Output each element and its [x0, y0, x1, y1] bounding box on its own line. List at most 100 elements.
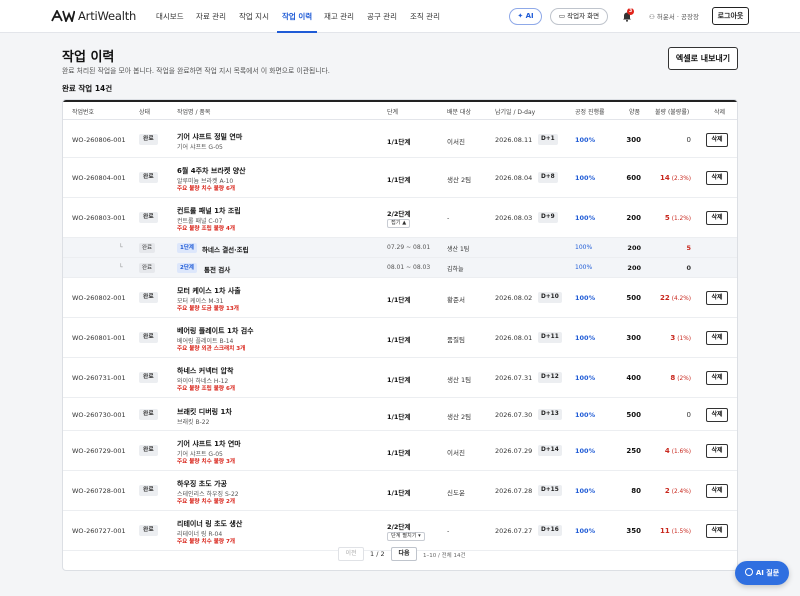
status-badge: 완료: [139, 212, 158, 223]
delete-button[interactable]: 삭제: [706, 524, 728, 538]
due-date: 2026.07.29: [495, 447, 533, 455]
nav-tools[interactable]: 공구 관리: [367, 0, 397, 33]
delete-button[interactable]: 삭제: [706, 171, 728, 185]
nav-data-management[interactable]: 자료 관리: [196, 0, 226, 33]
work-name[interactable]: 리테이너 링 초도 생산: [177, 519, 242, 529]
assignee: 생산 2팀: [447, 412, 472, 421]
logo[interactable]: ArtiWealth: [51, 9, 136, 23]
nav-organization[interactable]: 조직 관리: [410, 0, 440, 33]
user-icon: ⚇: [649, 13, 655, 21]
page-range: 1–10 / 전체 14건: [423, 553, 466, 559]
th-stage: 단계: [387, 109, 399, 116]
nav-dashboard[interactable]: 대시보드: [156, 0, 184, 33]
excel-export-button[interactable]: 엑셀로 내보내기: [668, 47, 738, 70]
progress-value: 100%: [575, 174, 596, 182]
work-name[interactable]: 6월 4주차 브라켓 양산: [177, 166, 246, 176]
assignee: 생산 1팀: [447, 376, 472, 384]
table-row[interactable]: WO-260801-001 완료 베어링 플레이트 1차 검수 베어링 플레이트 B-…: [63, 318, 737, 358]
ai-question-button[interactable]: AI 질문: [735, 561, 789, 585]
table-row[interactable]: WO-260731-001 완료 하네스 커넥터 압착 와이어 하네스 H-12 주요 …: [63, 358, 737, 398]
table-row[interactable]: WO-260806-001 완료 기어 샤프트 정밀 연마 기어 샤프트 G-05 1/…: [63, 121, 737, 158]
delete-button[interactable]: 삭제: [706, 291, 728, 305]
defect-rate: (1.2%): [671, 216, 691, 222]
work-number: WO-260806-001: [72, 135, 126, 144]
work-name[interactable]: 컨트롤 패널 1차 조립: [177, 206, 241, 216]
sparkle-icon: ✦: [517, 12, 524, 20]
dday-badge: D+13: [538, 408, 562, 420]
work-name[interactable]: 하우징 초도 가공: [177, 479, 227, 489]
delete-button[interactable]: 삭제: [706, 484, 728, 498]
user-info: ⚇ 허윤서 · 공장장: [649, 11, 699, 21]
defect-rate: (2.4%): [671, 489, 691, 495]
dday-badge: D+8: [538, 172, 558, 183]
defect-number: 3: [670, 334, 676, 342]
table-row[interactable]: WO-260803-001 완료 컨트롤 패널 1차 조립 컨트롤 패널 C-07 주요…: [63, 198, 737, 238]
work-name[interactable]: 베어링 플레이트 1차 검수: [177, 326, 254, 336]
dday-badge: D+12: [538, 372, 562, 383]
stage-toggle-button[interactable]: 접기 ▲: [387, 219, 411, 228]
table-row[interactable]: WO-260804-001 완료 6월 4주차 브라켓 양산 알루미늄 브라켓 A-1…: [63, 158, 737, 198]
defect-rate: (1%): [677, 336, 691, 342]
step-progress: 100%: [575, 264, 593, 271]
ai-button-label: AI: [525, 12, 534, 20]
step-name: 하네스 결선·조립: [202, 246, 249, 254]
sub-status-badge: 완료: [139, 263, 156, 273]
prev-page-button[interactable]: 이전: [338, 547, 364, 561]
nav-work-orders[interactable]: 작업 지시: [239, 0, 269, 33]
step-good: 200: [627, 244, 641, 252]
due-date: 2026.08.02: [495, 294, 533, 302]
step-assignee: 생산 1팀: [447, 246, 470, 253]
stage: 1/1단계: [387, 376, 411, 384]
delete-button[interactable]: 삭제: [706, 331, 728, 345]
table-row[interactable]: WO-260729-001 완료 기어 샤프트 1차 연마 기어 샤프트 G-05 주요…: [63, 431, 737, 471]
main-defect-note: 주요 불량 치수 불량 2개: [177, 499, 235, 505]
delete-button[interactable]: 삭제: [706, 371, 728, 385]
step-good: 200: [627, 264, 641, 272]
worker-screen-label: 작업자 화면: [567, 12, 600, 20]
page-title: 작업 이력: [62, 50, 115, 65]
due-date: 2026.08.01: [495, 334, 533, 342]
ai-button[interactable]: ✦ AI: [509, 8, 542, 25]
due-date: 2026.08.04: [495, 174, 533, 182]
step-period: 07.29 ~ 08.01: [387, 244, 431, 251]
delete-button[interactable]: 삭제: [706, 407, 728, 422]
due-date: 2026.07.30: [495, 410, 533, 419]
main-defect-note: 주요 불량 치수 불량 6개: [177, 186, 235, 192]
due-date: 2026.07.27: [495, 527, 533, 535]
defect-number: 4: [664, 447, 670, 455]
table-row[interactable]: WO-260728-001 완료 하우징 초도 가공 스테인리스 하우징 S-22 주요…: [63, 471, 737, 511]
progress-value: 100%: [575, 410, 596, 419]
delete-button[interactable]: 삭제: [706, 132, 728, 147]
delete-button[interactable]: 삭제: [706, 211, 728, 225]
table-row[interactable]: WO-260802-001 완료 모터 케이스 1차 사출 모터 케이스 M-31 주요…: [63, 278, 737, 318]
work-name[interactable]: 기어 샤프트 정밀 연마: [177, 132, 242, 142]
defect-number: 2: [664, 487, 670, 495]
defect-count: 11 (1.5%): [631, 527, 691, 535]
delete-button[interactable]: 삭제: [706, 444, 728, 458]
dday-badge: D+15: [538, 485, 562, 496]
progress-value: 100%: [575, 527, 596, 535]
th-name: 작업명 / 품목: [177, 109, 211, 116]
defect-number: 14: [659, 174, 670, 182]
work-name[interactable]: 브래킷 디버링 1차: [177, 407, 232, 417]
th-assignee: 배분 대상: [447, 109, 471, 116]
th-status: 상태: [139, 109, 151, 116]
stage: 1/1단계: [387, 176, 411, 184]
sub-step-row: └ 완료 2단계 통전 검사 08.01 ~ 08.03 김하늘 100% 200 0: [63, 258, 737, 278]
stage: 1/1단계: [387, 412, 411, 421]
nav-inventory[interactable]: 재고 관리: [324, 0, 354, 33]
work-name[interactable]: 하네스 커넥터 압착: [177, 366, 233, 376]
work-name[interactable]: 모터 케이스 1차 사출: [177, 286, 241, 296]
worker-screen-button[interactable]: ▭ 작업자 화면: [550, 8, 608, 25]
work-name[interactable]: 기어 샤프트 1차 연마: [177, 439, 241, 449]
table-row[interactable]: WO-260727-001 완료 리테이너 링 초도 생산 리테이너 링 R-04 주요…: [63, 511, 737, 551]
table-row[interactable]: WO-260730-001 완료 브래킷 디버링 1차 브래킷 B-22 1/1단계 생산…: [63, 398, 737, 431]
assignee: 생산 2팀: [447, 176, 472, 184]
stage-toggle-button[interactable]: 단계 펼치기 ▾: [387, 532, 425, 541]
assignee: 신도윤: [447, 489, 465, 497]
nav-work-history[interactable]: 작업 이력: [277, 0, 318, 33]
assignee: 품질팀: [447, 336, 465, 344]
next-page-button[interactable]: 다음: [391, 547, 417, 561]
logout-button[interactable]: 로그아웃: [712, 7, 749, 25]
item-model: 브래킷 B-22: [177, 418, 210, 426]
